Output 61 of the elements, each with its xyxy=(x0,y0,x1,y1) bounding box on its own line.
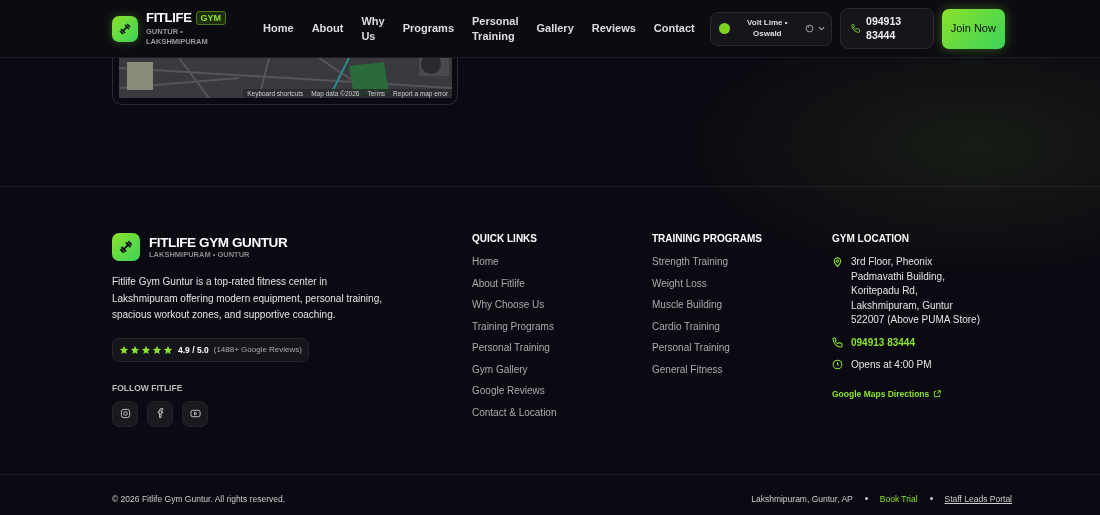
footer-link[interactable]: Personal Training xyxy=(472,341,652,356)
footer-link[interactable]: Google Reviews xyxy=(472,384,652,399)
phone-button[interactable]: 094913 83444 xyxy=(839,8,934,49)
clock-icon xyxy=(832,359,843,370)
nav-link[interactable]: Home xyxy=(254,21,303,36)
brand-name: FITLIFE xyxy=(146,10,192,26)
brand-badge: GYM xyxy=(195,10,227,25)
address-text: 3rd Floor, Pheonix Padmavathi Building, Koritepadu Rd, Lakshmipuram, Guntur 522007 (Above PUMA Store) xyxy=(851,255,981,327)
star-icon xyxy=(141,344,151,355)
instagram-button[interactable] xyxy=(112,400,138,427)
join-now-button[interactable]: Join Now xyxy=(941,8,1005,49)
logo-icon[interactable] xyxy=(112,233,140,261)
star-icon xyxy=(130,344,140,355)
footer-link[interactable]: Muscle Building xyxy=(652,298,832,313)
nav-link[interactable]: Why Us xyxy=(352,14,394,43)
chevron-down-icon xyxy=(817,26,825,31)
opening-hours: Opens at 4:00 PM xyxy=(851,358,932,372)
column-title: TRAINING PROGRAMS xyxy=(652,233,763,244)
theme-selector[interactable]: Volt Lime • Oswald xyxy=(709,11,832,46)
rating-score: 4.9 / 5.0 xyxy=(178,344,209,355)
phone-link[interactable]: 094913 83444 xyxy=(851,335,915,350)
footer-link[interactable]: Contact & Location xyxy=(472,405,652,420)
instagram-icon xyxy=(119,408,131,419)
nav-link[interactable]: Personal Training xyxy=(463,14,528,43)
directions-link[interactable]: Google Maps Directions xyxy=(832,388,942,399)
copyright-text: © 2026 Fitlife Gym Guntur. All rights reserved. xyxy=(112,493,287,504)
star-icon xyxy=(119,344,129,355)
youtube-button[interactable] xyxy=(182,400,208,427)
footer-link[interactable]: Training Programs xyxy=(472,319,652,334)
footer-link[interactable]: Why Choose Us xyxy=(472,298,652,313)
footer-link[interactable]: Gym Gallery xyxy=(472,362,652,377)
footer-brand-name: FITLIFE GYM GUNTUR xyxy=(149,235,288,250)
footer-description: Fitlife Gym Guntur is a top-rated fitness center in Lakshmipuram offering modern equipment, personal training, spacious workout zones, and supportive coaching. xyxy=(112,275,383,322)
footer-link[interactable]: Home xyxy=(472,255,652,270)
nav-link[interactable]: About xyxy=(302,21,353,36)
phone-icon xyxy=(850,23,861,34)
footer-location: Lakshmipuram, Guntur, AP xyxy=(751,493,853,504)
column-title: GYM LOCATION xyxy=(832,233,911,244)
footer-link[interactable]: Weight Loss xyxy=(652,276,832,291)
footer-link[interactable]: Personal Training xyxy=(652,341,832,356)
nav-link[interactable]: Programs xyxy=(393,21,463,36)
column-title: QUICK LINKS xyxy=(472,233,538,244)
nav-link[interactable]: Reviews xyxy=(582,21,645,36)
bottom-link[interactable]: Staff Leads Portal xyxy=(944,493,1012,504)
nav-link[interactable]: Gallery xyxy=(527,21,583,36)
footer-link[interactable]: Cardio Training xyxy=(652,319,832,334)
nav-link[interactable]: Contact xyxy=(644,21,704,36)
star-icon xyxy=(152,344,162,355)
star-icon xyxy=(163,344,173,355)
follow-title: FOLLOW FITLIFE xyxy=(112,382,184,393)
review-count: (1488+ Google Reviews) xyxy=(213,345,302,354)
phone-icon xyxy=(832,336,843,348)
footer-link[interactable]: About Fitlife xyxy=(472,276,652,291)
youtube-icon xyxy=(189,408,201,419)
facebook-button[interactable] xyxy=(147,400,173,427)
external-link-icon xyxy=(933,389,942,398)
logo-icon[interactable] xyxy=(112,15,138,42)
bottom-link[interactable]: Book Trial xyxy=(879,493,918,504)
footer-link[interactable]: Strength Training xyxy=(652,255,832,270)
footer-link[interactable]: General Fitness xyxy=(652,362,832,377)
location-pin-icon xyxy=(832,256,843,268)
